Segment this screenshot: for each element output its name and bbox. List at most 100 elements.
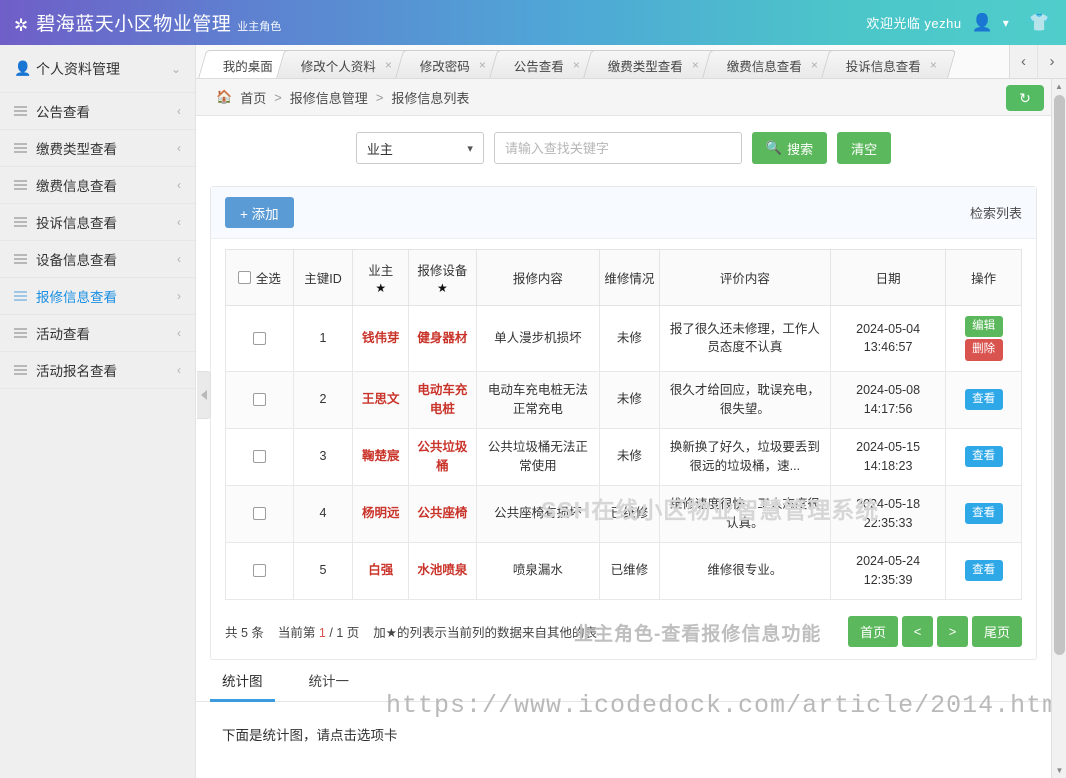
current-page-info: 当前第 1 / 1 页 (278, 622, 359, 641)
row-checkbox[interactable] (252, 507, 266, 521)
tab-next-button[interactable]: › (1038, 45, 1066, 78)
table-area: SSH在线小区物业智慧管理系统 业主角色-查看报修信息功能 https://ww… (211, 239, 1051, 720)
bars-icon (14, 143, 36, 153)
close-icon[interactable]: × (385, 58, 392, 72)
edit-button[interactable]: 编辑 (964, 316, 1003, 338)
select-all-checkbox[interactable] (237, 271, 251, 284)
cell-status: 已维修 (599, 541, 660, 600)
shirt-icon[interactable]: 👕 (1029, 13, 1050, 33)
cell-device: 水池喷泉 (408, 541, 477, 600)
sidebar-item-repair[interactable]: 报修信息查看 › (0, 278, 195, 315)
search-button[interactable]: 🔍 搜索 (751, 132, 828, 164)
row-checkbox-cell[interactable] (225, 305, 294, 372)
last-page-button[interactable]: 尾页 (971, 615, 1022, 647)
chevron-left-icon: ‹ (177, 363, 181, 377)
close-icon[interactable]: × (479, 58, 486, 72)
row-checkbox[interactable] (252, 393, 266, 407)
tab-complaint-info[interactable]: 投诉信息查看 × (821, 50, 957, 78)
row-checkbox-cell[interactable] (225, 484, 294, 543)
breadcrumb-home[interactable]: 首页 (240, 88, 266, 107)
cell-status: 未修 (599, 305, 660, 372)
sidebar-item-profile[interactable]: 👤 个人资料管理 ⌄ (0, 45, 195, 93)
add-button[interactable]: + 添加 (225, 197, 294, 228)
th-owner: 业主 ★ (352, 249, 410, 306)
th-label: 日期 (875, 272, 901, 286)
close-icon[interactable]: × (692, 58, 699, 72)
breadcrumb-separator: > (274, 89, 282, 105)
tab-edit-profile[interactable]: 修改个人资料 × (275, 50, 412, 78)
table-header-row: 全选 主键ID 业主 ★ 报修设备 ★ 报修内容 维修情况 评价内容 日期 操作 (225, 249, 1022, 306)
search-input[interactable] (493, 132, 742, 164)
clear-button[interactable]: 清空 (837, 132, 892, 164)
row-checkbox[interactable] (252, 564, 266, 578)
sidebar-item-label: 缴费信息查看 (36, 179, 117, 194)
close-icon[interactable]: × (930, 58, 937, 72)
row-checkbox[interactable] (252, 450, 266, 464)
tab-statistics-chart[interactable]: 统计图 (210, 660, 275, 702)
tab-announcement[interactable]: 公告查看 × (488, 50, 600, 78)
close-icon[interactable]: × (573, 58, 580, 72)
view-button[interactable]: 查看 (964, 502, 1003, 525)
row-checkbox-cell[interactable] (225, 427, 294, 486)
bars-icon (14, 254, 36, 264)
sidebar-item-equipment[interactable]: 设备信息查看 ‹ (0, 241, 195, 278)
sidebar-item-fee-type[interactable]: 缴费类型查看 ‹ (0, 130, 195, 167)
delete-button[interactable]: 删除 (964, 339, 1003, 361)
refresh-button[interactable]: ↻ (1006, 85, 1044, 111)
app-title: 碧海蓝天小区物业管理 (36, 14, 232, 35)
cell-status: 已维修 (599, 484, 660, 543)
prev-page-button[interactable]: < (901, 615, 933, 647)
cell-operation: 编辑 删除 (945, 305, 1022, 372)
tab-fee-type[interactable]: 缴费类型查看 × (582, 50, 719, 78)
row-checkbox-cell[interactable] (225, 370, 294, 429)
sidebar-item-announcement[interactable]: 公告查看 ‹ (0, 93, 195, 130)
row-checkbox[interactable] (252, 332, 266, 346)
sidebar-item-activity-signup[interactable]: 活动报名查看 ‹ (0, 352, 195, 389)
view-button[interactable]: 查看 (964, 388, 1003, 411)
sidebar-item-label: 活动查看 (36, 327, 90, 342)
tab-fee-info[interactable]: 缴费信息查看 × (701, 50, 838, 78)
caret-up-icon: ▲ (1055, 82, 1063, 91)
cell-comment: 很久才给回应，耽误充电，很失望。 (658, 370, 831, 429)
sidebar-item-complaint[interactable]: 投诉信息查看 ‹ (0, 204, 195, 241)
th-select-all[interactable]: 全选 (225, 249, 294, 306)
scroll-up-button[interactable]: ▲ (1052, 79, 1066, 94)
row-checkbox-cell[interactable] (225, 541, 294, 600)
breadcrumb: 🏠 首页 > 报修信息管理 > 报修信息列表 ↻ (196, 79, 1066, 116)
pager-buttons: 首页 < > 尾页 (847, 615, 1022, 647)
cell-content: 单人漫步机损坏 (475, 305, 601, 372)
search-field-select[interactable]: 业主 ▾ (355, 132, 484, 164)
table-row: 4 杨明远 公共座椅 公共座椅有损坏 已维修 维修速度很快，工人态度很认真。 2… (225, 484, 1022, 543)
cell-content: 喷泉漏水 (475, 541, 601, 600)
th-label: 全选 (255, 272, 281, 286)
scroll-down-button[interactable]: ▼ (1052, 763, 1066, 778)
breadcrumb-separator: > (375, 89, 384, 105)
scrollbar-thumb[interactable] (1054, 95, 1065, 655)
cell-status: 未修 (599, 370, 660, 429)
sidebar-item-activity[interactable]: 活动查看 ‹ (0, 315, 195, 352)
list-card: + 添加 检索列表 SSH在线小区物业智慧管理系统 业主角色-查看报修信息功能 … (210, 186, 1051, 720)
tab-change-password[interactable]: 修改密码 × (394, 50, 506, 78)
home-icon: 🏠 (216, 89, 233, 104)
cell-comment: 维修速度很快，工人态度很认真。 (658, 484, 831, 543)
stats-tab-bar: 统计图 统计一 (196, 660, 1051, 702)
close-icon[interactable]: × (811, 58, 818, 72)
vertical-scrollbar[interactable]: ▲ ▼ (1051, 79, 1066, 778)
cell-device: 电动车充电桩 (408, 370, 477, 429)
sidebar-item-fee-info[interactable]: 缴费信息查看 ‹ (0, 167, 195, 204)
avatar-icon[interactable]: 👤 (972, 14, 993, 31)
first-page-button[interactable]: 首页 (847, 615, 898, 647)
cell-date: 2024-05-04 13:46:57 (829, 305, 947, 372)
sidebar-collapse-handle[interactable] (197, 371, 211, 419)
next-page-button[interactable]: > (936, 615, 968, 647)
view-button[interactable]: 查看 (964, 445, 1003, 468)
cell-operation: 查看 (945, 370, 1022, 429)
chevron-left-icon: ‹ (177, 104, 181, 118)
breadcrumb-level1[interactable]: 报修信息管理 (290, 88, 368, 107)
chevron-right-icon: › (1049, 53, 1055, 70)
tab-label: 缴费类型查看 (607, 59, 683, 74)
view-button[interactable]: 查看 (964, 559, 1003, 582)
tab-statistics-one[interactable]: 统计一 (297, 660, 362, 702)
chevron-down-icon[interactable]: ▾ (1003, 16, 1009, 30)
tab-prev-button[interactable]: ‹ (1010, 45, 1038, 78)
